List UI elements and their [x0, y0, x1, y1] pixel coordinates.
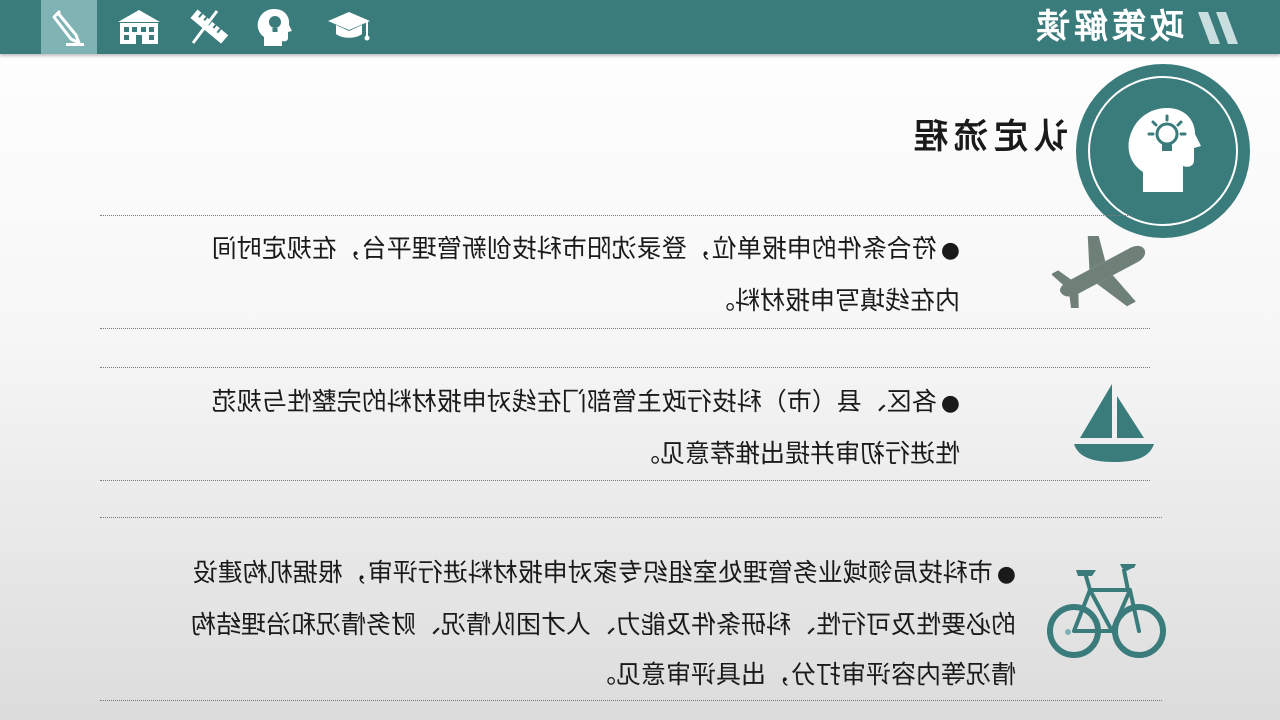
step-line: ●市科技局领域业务管理处室组织专家对申报材料进行评审，根据机构建设 — [192, 558, 1016, 587]
ruler-icon — [190, 9, 229, 44]
divider — [100, 215, 1132, 216]
process-step-3: ●市科技局领域业务管理处室组织专家对申报材料进行评审，根据机构建设 的必要性及可… — [136, 548, 1016, 700]
graduation-cap-icon — [328, 12, 370, 41]
step-line: 内在线填写申报材料。 — [709, 286, 960, 315]
airplane-icon — [1052, 236, 1146, 308]
nav-tab-graduation[interactable] — [321, 0, 377, 54]
bullet: ● — [996, 562, 1016, 587]
nav-tab-ruler[interactable] — [181, 0, 237, 54]
nav-tab-idea[interactable] — [246, 0, 302, 54]
step-line: 性进行初审并提出推荐意见。 — [634, 439, 960, 468]
divider — [100, 480, 1150, 481]
head-idea-icon — [257, 9, 292, 46]
step-line: ●各区、县（市）科技行政主管部门在线对申报材料的完整性与规范 — [211, 387, 960, 416]
step-line: ●符合条件的申报单位，登录沈阳市科技创新管理平台，在规定时间 — [211, 234, 960, 263]
bullet: ● — [940, 391, 960, 416]
process-step-2: ●各区、县（市）科技行政主管部门在线对申报材料的完整性与规范 性进行初审并提出推… — [160, 377, 960, 479]
divider — [100, 367, 1150, 368]
divider — [100, 700, 1162, 701]
top-bar: 政策解读 — [0, 0, 1280, 54]
nav-tab-school[interactable] — [111, 0, 167, 54]
nav-tab-pencil[interactable] — [41, 0, 97, 54]
sailboat-icon — [1074, 384, 1154, 462]
process-step-1: ●符合条件的申报单位，登录沈阳市科技创新管理平台，在规定时间 内在线填写申报材料… — [160, 224, 960, 326]
divider — [100, 328, 1150, 329]
section-badge — [1076, 64, 1250, 238]
section-heading: 认定流程 — [908, 117, 1068, 157]
step-line: 情况等内容评审打分，出具评审意见。 — [590, 660, 1016, 689]
school-icon — [118, 10, 160, 44]
banner-title: 政策解读 — [1032, 7, 1184, 47]
divider — [100, 517, 1162, 518]
head-idea-icon — [1128, 108, 1201, 192]
slash-decoration-icon — [1198, 12, 1238, 44]
bicycle-icon — [1047, 564, 1166, 658]
pencil-icon — [52, 9, 84, 46]
step-line: 的必要性及可行性、科研条件及能力、人才团队情况、财务情况和治理结构 — [190, 610, 1016, 639]
bullet: ● — [940, 238, 960, 263]
